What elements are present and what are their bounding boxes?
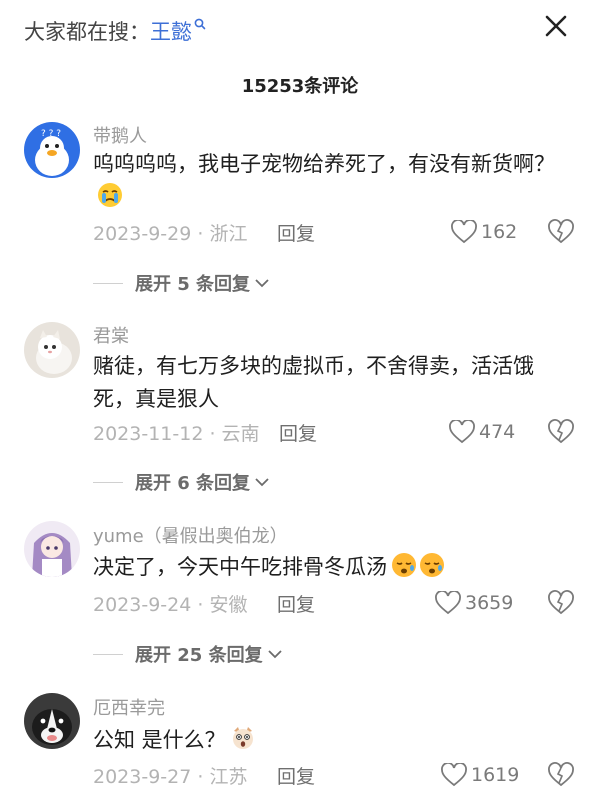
- expand-replies-label: 展开 6 条回复: [135, 473, 251, 494]
- comment-meta: 2023-11-12 · 云南: [93, 419, 260, 446]
- heart-icon: [451, 220, 477, 244]
- expand-replies-button[interactable]: 展开 6 条回复: [93, 469, 270, 495]
- avatar[interactable]: ? ? ?: [24, 122, 80, 178]
- like-button[interactable]: 1619: [441, 762, 519, 788]
- avatar[interactable]: [24, 322, 80, 378]
- comment-text-content: 决定了，今天中午吃排骨冬瓜汤: [93, 555, 387, 579]
- comment-text: 呜呜呜呜，我电子宠物给养死了，有没有新货啊？: [93, 148, 573, 214]
- comment-count: 15253条评论: [241, 76, 359, 97]
- comment-item: yume（暑假出奥伯龙） 决定了，今天中午吃排骨冬瓜汤 2023-9-24 · …: [0, 518, 600, 678]
- divider: [93, 653, 123, 655]
- chevron-down-icon: [255, 279, 269, 288]
- shocked-cat-emoji-icon: [232, 727, 253, 749]
- divider: [93, 282, 123, 284]
- chevron-down-icon: [255, 478, 269, 487]
- comment-text: 赌徒，有七万多块的虚拟币，不舍得卖，活活饿死，真是狠人: [93, 354, 534, 411]
- comment-date-location: 2023-9-27 · 江苏: [93, 766, 248, 788]
- like-count: 474: [479, 421, 516, 443]
- sleepy-face-emoji-icon: [420, 553, 444, 577]
- crying-face-emoji-icon: [98, 183, 122, 207]
- broken-heart-icon[interactable]: [547, 762, 575, 788]
- comment-item: 厄西幸完 公知 是什么？ 2023-9-27 · 江苏 回复 1619: [0, 690, 600, 791]
- expand-replies-label: 展开 5 条回复: [135, 274, 251, 295]
- reply-button[interactable]: 回复: [277, 590, 315, 617]
- comment-meta: 2023-9-24 · 安徽: [93, 590, 247, 617]
- comment-username[interactable]: 厄西幸完: [93, 694, 165, 720]
- comment-username[interactable]: 带鹅人: [93, 122, 147, 148]
- comment-username[interactable]: 君棠: [93, 322, 129, 348]
- heart-icon: [449, 420, 475, 444]
- comment-text-content: 公知 是什么？: [93, 728, 226, 752]
- avatar[interactable]: [24, 521, 80, 577]
- like-button[interactable]: 474: [449, 419, 515, 445]
- reply-button[interactable]: 回复: [277, 219, 315, 246]
- expand-replies-button[interactable]: 展开 25 条回复: [93, 641, 283, 667]
- chevron-down-icon: [267, 650, 282, 659]
- like-count: 3659: [465, 592, 514, 614]
- close-icon[interactable]: [540, 10, 572, 42]
- broken-heart-icon[interactable]: [547, 419, 575, 445]
- like-count: 162: [481, 221, 518, 243]
- comment-meta: 2023-9-27 · 江苏: [93, 762, 247, 789]
- sleepy-face-emoji-icon: [392, 553, 416, 577]
- svg-text:? ? ?: ? ? ?: [41, 129, 61, 139]
- reply-button[interactable]: 回复: [279, 419, 317, 446]
- comment-username[interactable]: yume（暑假出奥伯龙）: [93, 522, 288, 548]
- comment-date-location: 2023-11-12 · 云南: [93, 423, 260, 445]
- comment-item: 君棠 赌徒，有七万多块的虚拟币，不舍得卖，活活饿死，真是狠人 2023-11-1…: [0, 318, 600, 508]
- heart-icon: [435, 591, 461, 615]
- reply-button[interactable]: 回复: [277, 762, 315, 789]
- top-bar: 大家都在搜：王懿: [0, 0, 600, 56]
- expand-replies-button[interactable]: 展开 5 条回复: [93, 270, 270, 296]
- comment-date-location: 2023-9-24 · 安徽: [93, 594, 248, 616]
- expand-replies-label: 展开 25 条回复: [135, 645, 263, 666]
- broken-heart-icon[interactable]: [547, 219, 575, 245]
- divider: [93, 481, 123, 483]
- trending-search-prefix: 大家都在搜：: [24, 20, 150, 44]
- search-icon: [194, 18, 206, 30]
- trending-search-term[interactable]: 王懿: [150, 20, 192, 44]
- comment-text: 决定了，今天中午吃排骨冬瓜汤: [93, 551, 573, 584]
- like-button[interactable]: 162: [451, 219, 517, 245]
- trending-search[interactable]: 大家都在搜：王懿: [24, 16, 206, 46]
- like-count: 1619: [471, 764, 520, 786]
- like-button[interactable]: 3659: [435, 590, 513, 616]
- heart-icon: [441, 763, 467, 787]
- comment-meta: 2023-9-29 · 浙江: [93, 219, 247, 246]
- avatar[interactable]: [24, 693, 80, 749]
- comment-text-content: 呜呜呜呜，我电子宠物给养死了，有没有新货啊？: [93, 152, 555, 176]
- comment-date-location: 2023-9-29 · 浙江: [93, 223, 248, 245]
- broken-heart-icon[interactable]: [547, 590, 575, 616]
- comment-item: ? ? ? 带鹅人 呜呜呜呜，我电子宠物给养死了，有没有新货啊？ 2023-9-…: [0, 118, 600, 308]
- comment-text: 公知 是什么？: [93, 724, 573, 757]
